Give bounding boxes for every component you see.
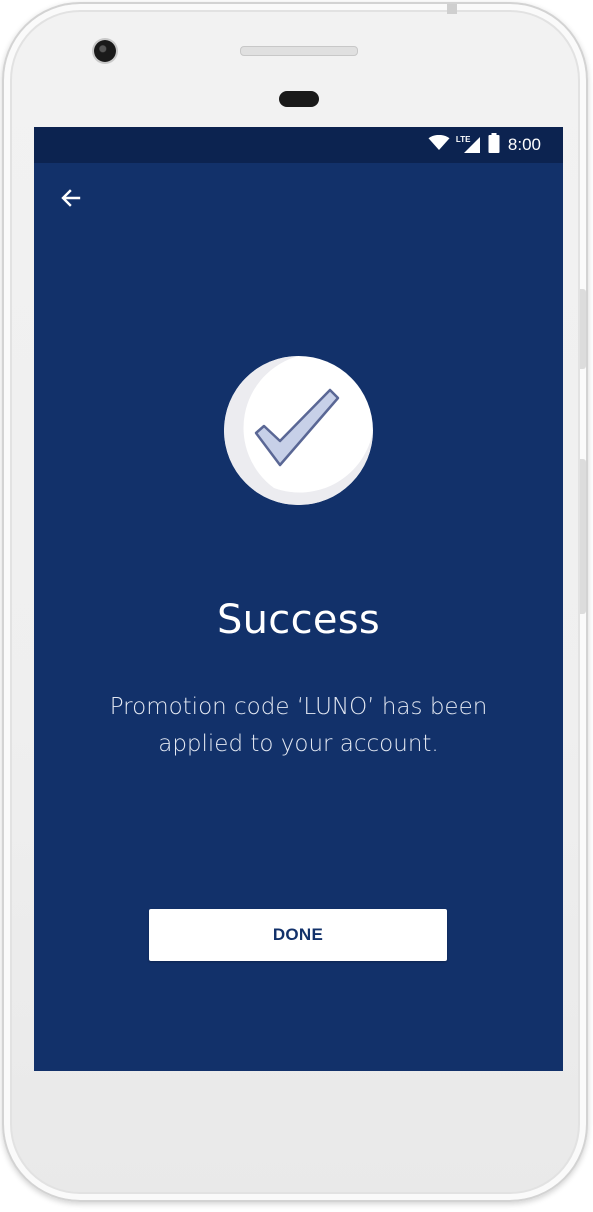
lte-signal-icon: LTE bbox=[455, 135, 481, 154]
earpiece-speaker bbox=[240, 46, 358, 56]
status-icons: LTE bbox=[428, 132, 500, 158]
app-screen: LTE 8:00 Success Promotion code ‘LUNO’ h… bbox=[34, 127, 563, 1071]
success-title: Success bbox=[216, 597, 381, 643]
front-camera bbox=[94, 40, 116, 62]
lte-label: LTE bbox=[455, 135, 471, 144]
success-badge bbox=[224, 356, 373, 505]
frame-seam bbox=[447, 4, 457, 14]
success-message: Promotion code ‘LUNO’ has been applied t… bbox=[109, 694, 488, 757]
battery-icon bbox=[488, 132, 500, 158]
wifi-icon bbox=[428, 134, 450, 156]
volume-button bbox=[580, 459, 586, 614]
done-button[interactable]: DONE bbox=[149, 909, 447, 961]
status-bar: LTE 8:00 bbox=[34, 127, 563, 163]
status-time: 8:00 bbox=[507, 135, 541, 154]
proximity-sensor bbox=[279, 91, 319, 107]
power-button bbox=[580, 289, 586, 369]
arrow-left-icon bbox=[59, 186, 83, 215]
phone-frame: LTE 8:00 Success Promotion code ‘LUNO’ h… bbox=[2, 2, 588, 1202]
back-button[interactable] bbox=[56, 185, 86, 215]
checkmark-icon bbox=[224, 356, 373, 505]
